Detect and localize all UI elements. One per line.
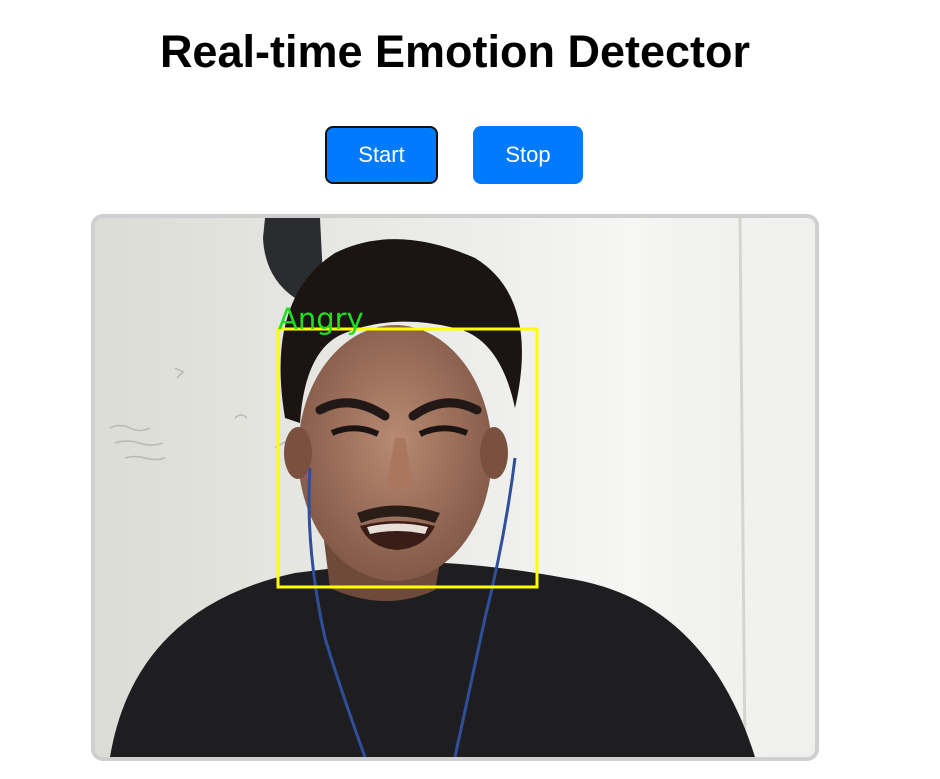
- emotion-label: Angry: [278, 302, 364, 336]
- page-title: Real-time Emotion Detector: [159, 26, 751, 77]
- right-ear: [480, 427, 508, 479]
- app-page: Real-time Emotion Detector Start Stop An…: [0, 0, 940, 779]
- stop-button[interactable]: Stop: [473, 126, 583, 184]
- webcam-frame: Angry: [95, 218, 815, 757]
- video-feed: Angry: [91, 214, 819, 761]
- left-ear: [284, 427, 312, 479]
- start-button[interactable]: Start: [325, 126, 438, 184]
